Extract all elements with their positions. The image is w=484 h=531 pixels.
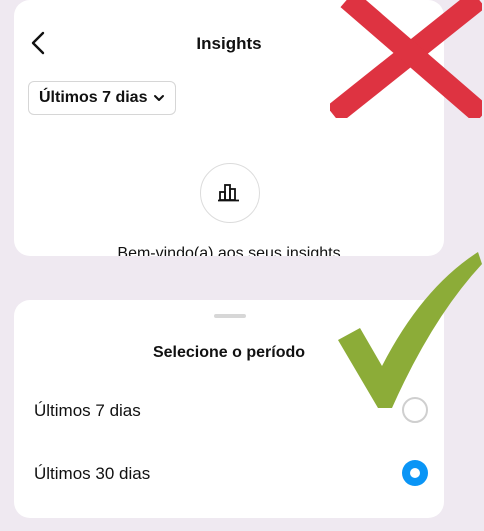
period-selector-sheet: Selecione o período Últimos 7 dias Últim… xyxy=(14,300,444,518)
option-label: Últimos 7 dias xyxy=(34,401,141,420)
welcome-text: Bem-vindo(a) aos seus insights xyxy=(117,245,341,256)
period-dropdown-label: Últimos 7 dias xyxy=(39,89,148,106)
option-last-7-days[interactable]: Últimos 7 dias xyxy=(14,385,444,437)
radio-unselected[interactable] xyxy=(402,397,428,423)
bar-chart-icon xyxy=(200,163,260,223)
option-last-30-days[interactable]: Últimos 30 dias xyxy=(14,448,444,500)
option-label: Últimos 30 dias xyxy=(34,464,151,483)
page-title: Insights xyxy=(196,34,262,53)
insights-screen-card: Insights Últimos 7 dias Bem-vindo(a) aos… xyxy=(14,0,444,256)
sheet-title: Selecione o período xyxy=(152,344,306,361)
insights-header: Insights xyxy=(14,0,444,80)
radio-selected[interactable] xyxy=(402,460,428,486)
sheet-drag-handle[interactable] xyxy=(214,314,246,318)
chevron-down-icon xyxy=(154,95,165,101)
period-dropdown-button[interactable]: Últimos 7 dias xyxy=(28,81,177,115)
